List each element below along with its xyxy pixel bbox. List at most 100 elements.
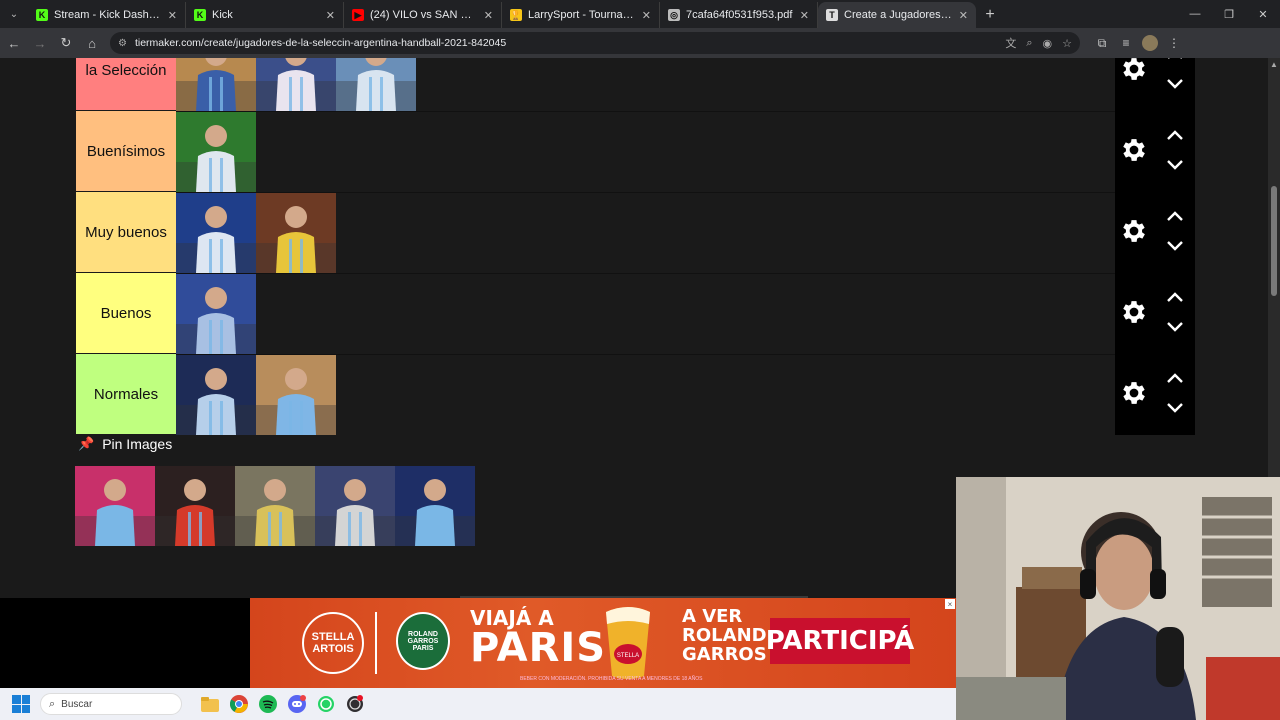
- ad-fine-print: BEBER CON MODERACIÓN. PROHIBIDA SU VENTA…: [520, 676, 703, 682]
- player-image[interactable]: [176, 112, 256, 192]
- stella-artois-banner-ad[interactable]: STELLA ARTOIS ROLAND GARROS PARIS VIAJÁ …: [250, 598, 956, 688]
- file-explorer-icon[interactable]: [196, 690, 224, 718]
- whatsapp-icon[interactable]: [312, 690, 340, 718]
- move-down-chevron-icon[interactable]: [1163, 317, 1187, 337]
- browser-tab-bar: ⌄ K Stream - Kick Dashboard ✕ K Kick ✕ ▶ (24) V…: [0, 0, 1280, 28]
- tab-close-icon[interactable]: ✕: [800, 9, 809, 22]
- gear-icon[interactable]: [1119, 378, 1149, 408]
- move-up-chevron-icon[interactable]: [1163, 58, 1187, 64]
- player-image[interactable]: [176, 58, 256, 111]
- home-icon[interactable]: ⌂: [80, 31, 104, 55]
- tier-label[interactable]: la Selección: [76, 58, 176, 110]
- tier-list: la Selección Buenísimos Muy buenos Buenos No…: [76, 58, 1195, 435]
- pinned-player-image[interactable]: [75, 466, 155, 546]
- player-image[interactable]: [256, 355, 336, 435]
- new-tab-button[interactable]: +: [976, 2, 1004, 28]
- tab-close-icon[interactable]: ✕: [484, 9, 493, 22]
- pinned-player-image[interactable]: [235, 466, 315, 546]
- player-image[interactable]: [256, 58, 336, 111]
- reload-icon[interactable]: ↻: [54, 31, 78, 55]
- tier-label[interactable]: Buenos: [76, 273, 176, 353]
- tier-controls: [1115, 273, 1195, 354]
- svg-text:STELLA: STELLA: [617, 653, 639, 659]
- eye-off-icon[interactable]: ◉: [1043, 37, 1053, 50]
- window-controls: — ❐ ✕: [1178, 0, 1280, 28]
- profile-avatar[interactable]: [1142, 35, 1158, 51]
- taskbar-search-input[interactable]: ⌕ Buscar: [40, 693, 182, 715]
- player-image[interactable]: [176, 193, 256, 273]
- tier-controls: [1115, 354, 1195, 435]
- tier-label[interactable]: Normales: [76, 354, 176, 434]
- discord-icon[interactable]: [283, 690, 311, 718]
- windows-start-icon[interactable]: [12, 695, 30, 713]
- ad-close-icon[interactable]: ×: [945, 599, 955, 609]
- beer-glass-icon: STELLA: [606, 607, 650, 679]
- back-icon[interactable]: ←: [2, 31, 26, 55]
- tier-items-dropzone[interactable]: [176, 58, 1115, 111]
- move-down-chevron-icon[interactable]: [1163, 155, 1187, 175]
- pinned-player-image[interactable]: [155, 466, 235, 546]
- site-info-icon[interactable]: ⚙: [118, 38, 127, 49]
- bookmark-star-icon[interactable]: ☆: [1062, 37, 1072, 50]
- tier-items-dropzone[interactable]: [176, 192, 1115, 273]
- menu-kebab-icon[interactable]: ⋮: [1162, 31, 1186, 55]
- tier-label[interactable]: Buenísimos: [76, 111, 176, 191]
- move-down-chevron-icon[interactable]: [1163, 236, 1187, 256]
- browser-tab[interactable]: ◎ 7cafa64f0531f953.pdf ✕: [660, 2, 818, 28]
- participa-button[interactable]: PARTICIPÁ: [766, 618, 914, 664]
- move-up-chevron-icon[interactable]: [1163, 206, 1187, 226]
- gear-icon[interactable]: [1119, 216, 1149, 246]
- gear-icon[interactable]: [1119, 135, 1149, 165]
- spotify-icon[interactable]: [254, 690, 282, 718]
- tier-items-dropzone[interactable]: [176, 273, 1115, 354]
- pinned-player-image[interactable]: [395, 466, 475, 546]
- close-window-icon[interactable]: ✕: [1246, 0, 1280, 28]
- ad-headline: VIAJÁ A PARIS: [470, 606, 607, 671]
- gear-icon[interactable]: [1119, 58, 1149, 84]
- tier-label[interactable]: Muy buenos: [76, 192, 176, 272]
- extensions-icon[interactable]: ⧉: [1090, 31, 1114, 55]
- url-input[interactable]: ⚙ tiermaker.com/create/jugadores-de-la-s…: [110, 32, 1080, 54]
- tab-favicon-icon: 🏆: [510, 9, 522, 21]
- minimize-icon[interactable]: —: [1178, 0, 1212, 28]
- reading-list-icon[interactable]: ≡: [1114, 31, 1138, 55]
- tab-close-icon[interactable]: ✕: [959, 9, 968, 22]
- translate-icon[interactable]: 文: [1005, 35, 1016, 51]
- pin-images-title: Pin Images: [102, 436, 173, 452]
- tab-close-icon[interactable]: ✕: [168, 9, 177, 22]
- tab-search-chevron-icon[interactable]: ⌄: [0, 0, 28, 28]
- browser-tab[interactable]: ▶ (24) VILO vs SAN FERNANDO - ✕: [344, 2, 502, 28]
- tier-items-dropzone[interactable]: [176, 354, 1115, 435]
- tier-items-dropzone[interactable]: [176, 111, 1115, 192]
- browser-tab[interactable]: K Kick ✕: [186, 2, 344, 28]
- tab-favicon-icon: K: [194, 9, 206, 21]
- browser-tab[interactable]: K Stream - Kick Dashboard ✕: [28, 2, 186, 28]
- pinned-player-image[interactable]: [315, 466, 395, 546]
- chrome-icon[interactable]: [225, 690, 253, 718]
- scrollbar-thumb[interactable]: [1271, 186, 1277, 296]
- player-image[interactable]: [256, 193, 336, 273]
- webcam-overlay: [956, 477, 1280, 720]
- scroll-up-icon[interactable]: ▲: [1270, 60, 1278, 69]
- tab-title: 7cafa64f0531f953.pdf: [686, 9, 793, 21]
- zoom-icon[interactable]: ⌕: [1026, 37, 1032, 50]
- restore-icon[interactable]: ❐: [1212, 0, 1246, 28]
- move-up-chevron-icon[interactable]: [1163, 287, 1187, 307]
- browser-tab[interactable]: 🏆 LarrySport - TournamentTracker ✕: [502, 2, 660, 28]
- obs-icon[interactable]: [341, 690, 369, 718]
- tab-close-icon[interactable]: ✕: [326, 9, 335, 22]
- player-image[interactable]: [336, 58, 416, 111]
- forward-icon[interactable]: →: [28, 31, 52, 55]
- move-up-chevron-icon[interactable]: [1163, 125, 1187, 145]
- player-image[interactable]: [176, 355, 256, 435]
- browser-tab[interactable]: T Create a Jugadores de la Selecc ✕: [818, 2, 976, 28]
- tier-controls: [1115, 192, 1195, 273]
- tab-title: Create a Jugadores de la Selecc: [844, 9, 953, 21]
- tab-close-icon[interactable]: ✕: [642, 9, 651, 22]
- tier-controls: [1115, 58, 1195, 111]
- gear-icon[interactable]: [1119, 297, 1149, 327]
- move-down-chevron-icon[interactable]: [1163, 74, 1187, 94]
- player-image[interactable]: [176, 274, 256, 354]
- move-up-chevron-icon[interactable]: [1163, 368, 1187, 388]
- move-down-chevron-icon[interactable]: [1163, 398, 1187, 418]
